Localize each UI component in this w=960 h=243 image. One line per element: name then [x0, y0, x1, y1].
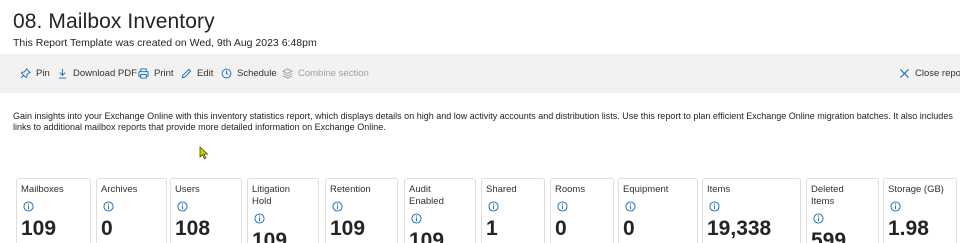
toolbar: Pin Download PDF Print Edit Schedule Com…: [0, 54, 960, 93]
stat-card-deleted-items[interactable]: Deleted Items 599: [806, 178, 879, 243]
schedule-button[interactable]: Schedule: [221, 54, 277, 93]
layers-icon: [282, 68, 293, 79]
info-icon[interactable]: [488, 201, 499, 212]
stat-card-value: 109: [330, 217, 366, 240]
pin-button[interactable]: Pin: [20, 54, 50, 93]
stat-card-value: 0: [555, 217, 567, 240]
report-header: 08. Mailbox Inventory This Report Templa…: [13, 9, 317, 50]
stat-card-label: Retention: [330, 184, 371, 195]
stat-card-value: 1.98: [888, 217, 929, 240]
stat-card-storage[interactable]: Storage (GB) 1.98: [883, 178, 957, 243]
stat-card-value: 109: [409, 229, 445, 243]
stat-card-label: Equipment: [623, 184, 669, 195]
stat-card-label: Storage (GB): [888, 184, 944, 195]
stat-card-archives[interactable]: Archives 0: [96, 178, 167, 243]
edit-button[interactable]: Edit: [181, 54, 213, 93]
stat-card-label: Mailboxes: [21, 184, 64, 195]
combine-section-label: Combine section: [298, 68, 369, 79]
info-icon[interactable]: [23, 201, 34, 212]
close-icon: [899, 68, 910, 79]
info-icon[interactable]: [254, 213, 265, 224]
stat-card-value: 109: [252, 229, 288, 243]
info-icon[interactable]: [813, 213, 824, 224]
info-icon[interactable]: [103, 201, 114, 212]
info-icon[interactable]: [625, 201, 636, 212]
summary-cards: Mailboxes 109 Archives 0 Users 108 Litig…: [0, 178, 960, 243]
stat-card-value: 108: [175, 217, 211, 240]
stat-card-value: 109: [21, 217, 57, 240]
stat-card-users[interactable]: Users 108: [170, 178, 242, 243]
stat-card-value: 0: [101, 217, 113, 240]
print-button[interactable]: Print: [138, 54, 174, 93]
info-icon[interactable]: [890, 201, 901, 212]
page-subtitle: This Report Template was created on Wed,…: [13, 37, 317, 49]
close-report-label: Close report: [915, 68, 960, 79]
stat-card-label: Shared: [486, 184, 517, 195]
report-description: Gain insights into your Exchange Online …: [13, 111, 953, 132]
stat-card-label: Items: [707, 184, 731, 195]
info-icon[interactable]: [332, 201, 343, 212]
stat-card-label: Archives: [101, 184, 138, 195]
download-pdf-button[interactable]: Download PDF: [57, 54, 137, 93]
print-icon: [138, 68, 149, 79]
stat-card-value: 19,338: [707, 217, 772, 240]
mouse-cursor-icon: [199, 146, 209, 160]
print-label: Print: [154, 68, 174, 79]
stat-card-equipment[interactable]: Equipment 0: [618, 178, 698, 243]
stat-card-value: 599: [811, 229, 847, 243]
clock-icon: [221, 68, 232, 79]
stat-card-rooms[interactable]: Rooms 0: [550, 178, 614, 243]
info-icon[interactable]: [177, 201, 188, 212]
download-icon: [58, 68, 67, 79]
close-report-button[interactable]: Close report: [899, 54, 960, 93]
stat-card-value: 1: [486, 217, 498, 240]
stat-card-mailboxes[interactable]: Mailboxes 109: [16, 178, 91, 243]
stat-card-audit-enabled[interactable]: Audit Enabled 109: [404, 178, 476, 243]
stat-card-label: Rooms: [555, 184, 586, 195]
info-icon[interactable]: [709, 201, 720, 212]
combine-section-button[interactable]: Combine section: [282, 54, 369, 93]
edit-label: Edit: [197, 68, 214, 79]
edit-icon: [181, 68, 192, 79]
stat-card-shared[interactable]: Shared 1: [481, 178, 545, 243]
pin-icon: [20, 68, 31, 79]
schedule-label: Schedule: [237, 68, 277, 79]
pin-label: Pin: [36, 68, 50, 79]
stat-card-label: Deleted Items: [811, 184, 844, 207]
info-icon[interactable]: [411, 213, 422, 224]
stat-card-label: Users: [175, 184, 200, 195]
page-title: 08. Mailbox Inventory: [13, 10, 215, 33]
stat-card-retention[interactable]: Retention 109: [325, 178, 398, 243]
stat-card-label: Audit Enabled: [409, 184, 444, 207]
download-pdf-label: Download PDF: [73, 68, 137, 79]
stat-card-label: Litigation Hold: [252, 184, 291, 207]
stat-card-items[interactable]: Items 19,338: [702, 178, 801, 243]
stat-card-value: 0: [623, 217, 635, 240]
stat-card-litigation-hold[interactable]: Litigation Hold 109: [247, 178, 319, 243]
info-icon[interactable]: [557, 201, 568, 212]
